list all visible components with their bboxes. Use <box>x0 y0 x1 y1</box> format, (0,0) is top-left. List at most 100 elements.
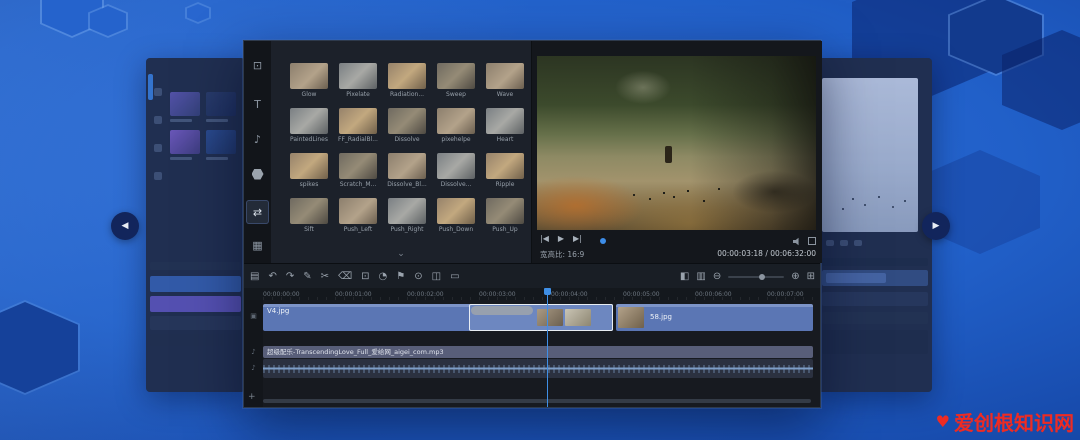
snapshot-button[interactable]: ◫ <box>432 271 441 282</box>
zoom-slider-handle[interactable] <box>759 273 766 280</box>
effect-item[interactable]: Dissolve... <box>437 153 475 188</box>
volume-icon[interactable] <box>793 237 799 246</box>
undo-button[interactable]: ↶ <box>268 271 276 282</box>
delete-button[interactable]: ⌫ <box>338 271 352 282</box>
fit-timeline-button[interactable]: ⊞ <box>807 271 815 282</box>
effect-item[interactable]: Pixelate <box>339 63 377 98</box>
record-button[interactable]: ⊙ <box>414 271 422 282</box>
effect-item[interactable]: Push_Up <box>486 198 524 233</box>
speed-button[interactable]: ◔ <box>379 271 388 282</box>
effect-item[interactable]: Scratch_M... <box>339 153 377 188</box>
heart-icon: ♥ <box>935 411 950 431</box>
effect-item[interactable]: Sift <box>290 198 328 233</box>
effect-item[interactable]: pixehelpe <box>437 108 475 143</box>
selected-segment[interactable] <box>469 304 613 331</box>
effect-item[interactable]: PaintedLines <box>290 108 328 143</box>
background-window-left <box>146 58 245 392</box>
sidebar-media-tab[interactable]: ⊡ <box>246 53 269 77</box>
preview-video[interactable] <box>537 56 816 230</box>
hexagon-decoration <box>185 2 211 24</box>
sidebar-titles-tab[interactable]: T <box>246 92 269 116</box>
effect-item[interactable]: Push_Left <box>339 198 377 233</box>
effect-item[interactable]: Radiation... <box>388 63 426 98</box>
edit-button[interactable]: ✎ <box>303 271 311 282</box>
track-manager-button[interactable]: ▤ <box>250 271 259 282</box>
filmstrip-frame <box>537 309 563 326</box>
effect-item[interactable]: Dissolve <box>388 108 426 143</box>
marker-button[interactable]: ⚑ <box>396 271 405 282</box>
zoom-in-button[interactable]: ⊕ <box>791 271 799 282</box>
transition-overlay[interactable] <box>471 306 533 315</box>
scroll-more-button[interactable]: ⌄ <box>271 249 531 261</box>
sidebar-split-screen-tab[interactable]: ▦ <box>246 233 269 257</box>
effect-label: Scratch_M... <box>339 181 377 188</box>
decor-icon <box>826 240 834 246</box>
effect-item[interactable]: Sweep <box>437 63 475 98</box>
effect-label: Sift <box>304 226 314 233</box>
toolbar-left-icons: ▤ ↶ ↷ ✎ ✂ ⌫ ⊡ ◔ ⚑ ⊙ ◫ ▭ <box>250 264 460 289</box>
next-frame-button[interactable]: ▶| <box>573 234 582 243</box>
effect-item[interactable]: Heart <box>486 108 524 143</box>
effect-label: Pixelate <box>346 91 370 98</box>
fullscreen-icon[interactable] <box>808 237 816 245</box>
play-button[interactable]: ▶ <box>558 234 564 243</box>
redo-button[interactable]: ↷ <box>286 271 294 282</box>
audio-waveform[interactable] <box>263 359 813 378</box>
effect-thumbnail <box>437 198 475 224</box>
layout-button[interactable]: ▥ <box>696 271 705 282</box>
split-button[interactable]: ✂ <box>321 271 329 282</box>
decor-birds <box>852 198 854 200</box>
effect-thumbnail <box>388 108 426 134</box>
background-window-right <box>818 58 932 392</box>
effect-thumbnail <box>437 108 475 134</box>
effect-item[interactable]: Push_Down <box>437 198 475 233</box>
timeline-ruler[interactable]: 00:00:00:00 00:00:01:00 00:00:02:00 00:00:0… <box>244 288 820 300</box>
timeline-scrollbar[interactable] <box>263 399 811 403</box>
decor-timeline-strip <box>150 316 241 330</box>
video-clip-1[interactable]: V4.jpg <box>263 304 613 331</box>
decor-thumbnail <box>170 92 200 116</box>
sidebar-audio-tab[interactable]: ♪ <box>246 127 269 151</box>
previous-frame-button[interactable]: |◀ <box>540 234 549 243</box>
add-track-button[interactable]: + <box>248 392 256 402</box>
effect-item[interactable]: FF_RadialBl... <box>338 108 378 143</box>
effect-item[interactable]: Glow <box>290 63 328 98</box>
audio-track-icon: ♪ <box>251 364 256 372</box>
carousel-next-button[interactable]: ▶ <box>922 212 950 240</box>
preset-layout-button[interactable]: ◧ <box>680 271 689 282</box>
right-arrow-icon: ▶ <box>932 221 940 231</box>
effect-label: spikes <box>299 181 319 188</box>
effect-item[interactable]: spikes <box>290 153 328 188</box>
crop-button[interactable]: ⊡ <box>361 271 369 282</box>
decor-thumbnail <box>206 92 236 116</box>
effect-thumbnail <box>339 198 377 224</box>
decor-sidebar-icon <box>154 144 162 152</box>
render-button[interactable]: ▭ <box>450 271 459 282</box>
decor-timeline-strip <box>822 270 928 286</box>
effect-label: Radiation... <box>389 91 425 98</box>
effect-item[interactable]: Push_Right <box>388 198 426 233</box>
zoom-slider[interactable] <box>728 273 785 280</box>
effect-thumbnail <box>339 63 377 89</box>
playhead[interactable] <box>544 288 551 407</box>
effect-item[interactable]: Dissolve_Bl... <box>387 153 427 188</box>
video-clip-2[interactable]: 58.jpg <box>616 304 813 331</box>
decor-caption <box>170 157 192 160</box>
effect-item[interactable]: Wave <box>486 63 524 98</box>
sidebar-transitions-tab[interactable]: ⇄ <box>246 200 269 224</box>
decor-thumbnail <box>206 130 236 154</box>
pigeons-decoration <box>662 191 665 194</box>
filmstrip-frame <box>618 307 644 328</box>
ruler-tick: 00:00:06:00 <box>695 291 732 298</box>
playhead-handle[interactable] <box>544 288 551 295</box>
carousel-prev-button[interactable]: ◀ <box>111 212 139 240</box>
audio-clip[interactable]: 超级配乐-TranscendingLove_Full_爱给网_aigei_com… <box>263 346 813 358</box>
zoom-out-button[interactable]: ⊖ <box>713 271 721 282</box>
sidebar-effects-tab[interactable] <box>246 162 269 186</box>
decor-timeline-strip <box>150 296 241 312</box>
effect-item[interactable]: Ripple <box>486 153 524 188</box>
effect-label: Push_Left <box>343 226 373 233</box>
effect-thumbnail <box>290 108 328 134</box>
decor-sidebar-icon <box>154 88 162 96</box>
decor-caption <box>170 119 192 122</box>
